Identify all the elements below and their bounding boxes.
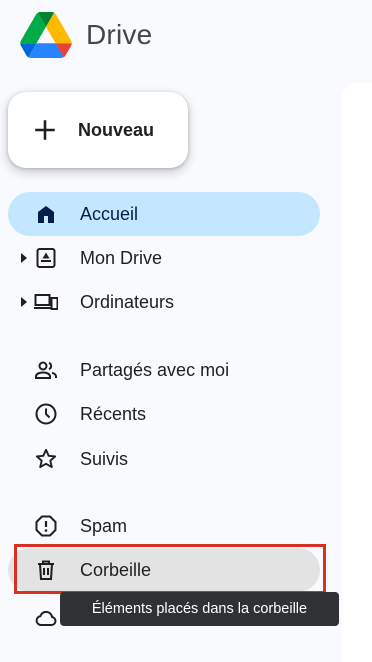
sidebar-item-label: Mon Drive bbox=[80, 248, 163, 268]
plus-icon bbox=[32, 117, 58, 143]
new-button[interactable]: Nouveau bbox=[8, 92, 188, 168]
sidebar-item-trash[interactable]: Corbeille bbox=[8, 548, 320, 592]
new-button-label: Nouveau bbox=[78, 119, 155, 140]
star-icon bbox=[34, 447, 58, 471]
tooltip-text: Éléments placés dans la corbeille bbox=[91, 601, 308, 617]
sidebar-item-label: Spam bbox=[80, 516, 128, 536]
sidebar-item-label: Corbeille bbox=[80, 560, 152, 580]
sidebar-item-home[interactable]: Accueil bbox=[8, 192, 320, 236]
sidebar-item-label: Partagés avec moi bbox=[80, 360, 230, 380]
main-content-panel bbox=[342, 82, 372, 662]
sidebar-item-label: Accueil bbox=[80, 204, 139, 224]
header: Drive bbox=[20, 12, 152, 58]
trash-icon bbox=[34, 558, 58, 582]
sidebar-item-label: Suivis bbox=[80, 449, 129, 469]
sidebar-item-recent[interactable]: Récents bbox=[8, 392, 320, 436]
sidebar-item-computers[interactable]: Ordinateurs bbox=[8, 280, 320, 324]
sidebar-item-spam[interactable]: Spam bbox=[8, 504, 320, 548]
app-title: Drive bbox=[86, 19, 153, 50]
shared-people-icon bbox=[34, 358, 58, 382]
clock-icon bbox=[34, 402, 58, 426]
expand-caret-icon[interactable] bbox=[20, 253, 28, 263]
home-icon bbox=[34, 202, 58, 226]
sidebar-item-label: Ordinateurs bbox=[80, 292, 175, 312]
expand-caret-icon[interactable] bbox=[20, 297, 28, 307]
my-drive-icon bbox=[34, 246, 58, 270]
spam-icon bbox=[34, 514, 58, 538]
cloud-icon bbox=[34, 606, 58, 630]
drive-logo-icon[interactable] bbox=[20, 12, 72, 58]
sidebar-item-starred[interactable]: Suivis bbox=[8, 437, 320, 481]
tooltip: Éléments placés dans la corbeille bbox=[60, 592, 339, 626]
sidebar-item-label: Récents bbox=[80, 404, 147, 424]
sidebar-item-my-drive[interactable]: Mon Drive bbox=[8, 236, 320, 280]
computers-icon bbox=[34, 290, 58, 314]
sidebar-item-shared-with-me[interactable]: Partagés avec moi bbox=[8, 348, 320, 392]
